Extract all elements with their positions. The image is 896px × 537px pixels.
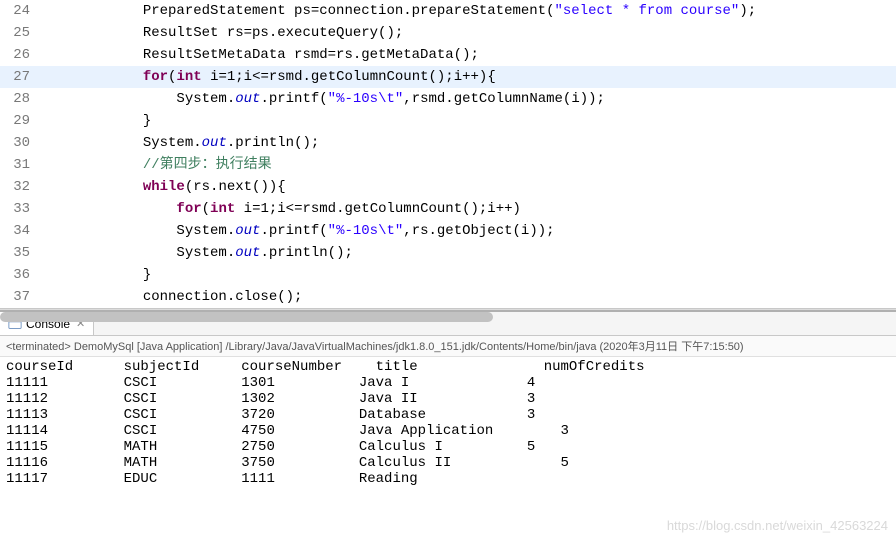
code-content[interactable]: } — [42, 264, 896, 286]
code-content[interactable]: System.out.println(); — [42, 132, 896, 154]
line-number: 33 — [0, 198, 42, 220]
code-line[interactable]: 27 for(int i=1;i<=rsmd.getColumnCount();… — [0, 66, 896, 88]
code-line[interactable]: 24 PreparedStatement ps=connection.prepa… — [0, 0, 896, 22]
line-number: 35 — [0, 242, 42, 264]
line-number: 27 — [0, 66, 42, 88]
code-line[interactable]: 26 ResultSetMetaData rsmd=rs.getMetaData… — [0, 44, 896, 66]
line-number: 30 — [0, 132, 42, 154]
line-number: 34 — [0, 220, 42, 242]
code-line[interactable]: 34 System.out.printf("%-10s\t",rs.getObj… — [0, 220, 896, 242]
code-line[interactable]: 30 System.out.println(); — [0, 132, 896, 154]
code-content[interactable]: while(rs.next()){ — [42, 176, 896, 198]
console-process-label: <terminated> DemoMySql [Java Application… — [0, 336, 896, 357]
code-content[interactable]: ResultSetMetaData rsmd=rs.getMetaData(); — [42, 44, 896, 66]
code-content[interactable]: System.out.println(); — [42, 242, 896, 264]
code-content[interactable]: for(int i=1;i<=rsmd.getColumnCount();i++… — [42, 198, 896, 220]
code-line[interactable]: 37 connection.close(); — [0, 286, 896, 308]
editor-horizontal-scrollbar[interactable] — [0, 309, 896, 310]
code-line[interactable]: 28 System.out.printf("%-10s\t",rsmd.getC… — [0, 88, 896, 110]
line-number: 29 — [0, 110, 42, 132]
code-line[interactable]: 35 System.out.println(); — [0, 242, 896, 264]
code-line[interactable]: 32 while(rs.next()){ — [0, 176, 896, 198]
console-text: courseId subjectId courseNumber title nu… — [6, 359, 890, 487]
code-line[interactable]: 31 //第四步：执行结果 — [0, 154, 896, 176]
console-panel: Console ✕ <terminated> DemoMySql [Java A… — [0, 310, 896, 537]
scrollbar-thumb[interactable] — [0, 312, 493, 322]
code-content[interactable]: PreparedStatement ps=connection.prepareS… — [42, 0, 896, 22]
code-content[interactable]: System.out.printf("%-10s\t",rs.getObject… — [42, 220, 896, 242]
console-output[interactable]: courseId subjectId courseNumber title nu… — [0, 357, 896, 537]
line-number: 36 — [0, 264, 42, 286]
code-editor[interactable]: 24 PreparedStatement ps=connection.prepa… — [0, 0, 896, 309]
code-content[interactable]: } — [42, 110, 896, 132]
line-number: 26 — [0, 44, 42, 66]
code-content[interactable]: //第四步：执行结果 — [42, 154, 896, 176]
code-line[interactable]: 33 for(int i=1;i<=rsmd.getColumnCount();… — [0, 198, 896, 220]
line-number: 31 — [0, 154, 42, 176]
code-content[interactable]: ResultSet rs=ps.executeQuery(); — [42, 22, 896, 44]
code-line[interactable]: 36 } — [0, 264, 896, 286]
line-number: 25 — [0, 22, 42, 44]
code-content[interactable]: connection.close(); — [42, 286, 896, 308]
code-line[interactable]: 25 ResultSet rs=ps.executeQuery(); — [0, 22, 896, 44]
line-number: 37 — [0, 286, 42, 308]
line-number: 28 — [0, 88, 42, 110]
code-line[interactable]: 29 } — [0, 110, 896, 132]
code-content[interactable]: for(int i=1;i<=rsmd.getColumnCount();i++… — [42, 66, 896, 88]
code-content[interactable]: System.out.printf("%-10s\t",rsmd.getColu… — [42, 88, 896, 110]
line-number: 32 — [0, 176, 42, 198]
line-number: 24 — [0, 0, 42, 22]
